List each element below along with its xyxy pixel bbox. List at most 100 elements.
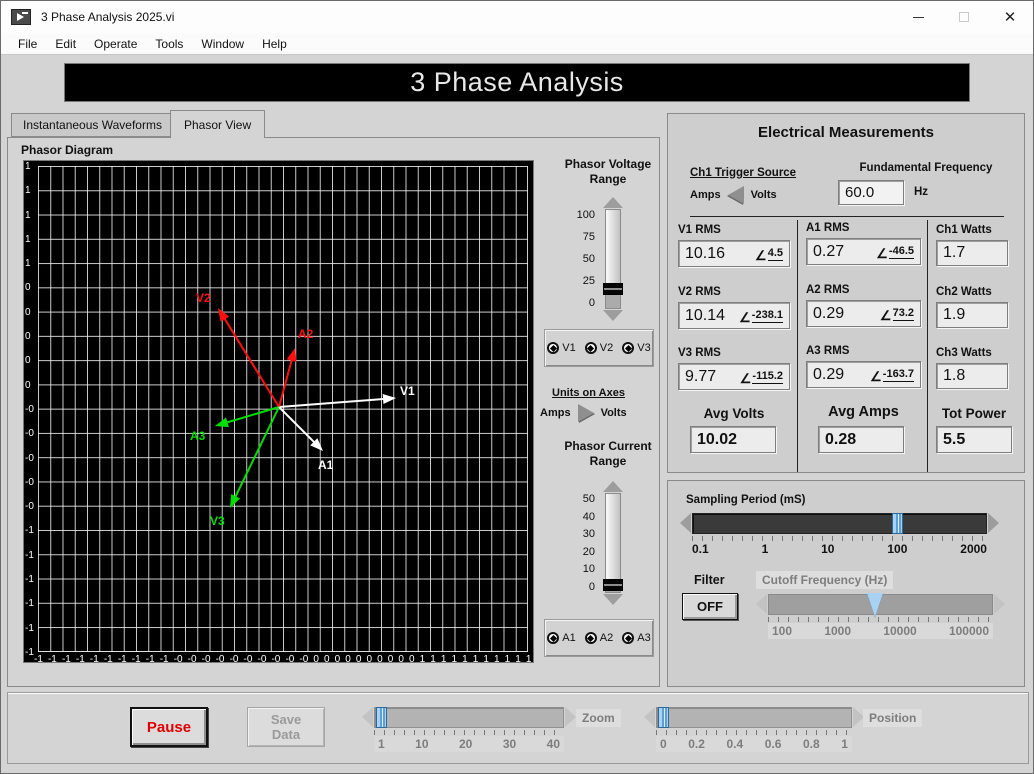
avg-volts-value: 10.02: [697, 431, 737, 449]
zoom-slider[interactable]: 110203040: [374, 707, 564, 752]
voltage-slider-track[interactable]: [605, 209, 621, 309]
cutoff-slider-pointer[interactable]: [867, 593, 883, 617]
switch-arrow-left-icon[interactable]: [728, 186, 744, 204]
y-axis-tick-label: -0: [25, 404, 37, 415]
scale-label: 0: [563, 297, 595, 309]
minimize-button[interactable]: [895, 1, 941, 33]
x-axis-tick-label: 1: [452, 654, 458, 665]
radio-checked-icon[interactable]: [585, 632, 597, 644]
y-axis-tick-label: -1: [25, 550, 37, 561]
radio-checked-icon[interactable]: [547, 342, 559, 354]
phasor-vector-label: V1: [400, 384, 415, 398]
slider-left-arrow-icon[interactable]: [362, 707, 373, 727]
scale-label: 10000: [883, 624, 916, 638]
voltage-slider-handle[interactable]: [603, 283, 623, 295]
slider-decrement-arrow-icon[interactable]: [603, 310, 623, 321]
save-data-button[interactable]: Save Data: [247, 707, 325, 747]
slider-right-arrow-icon[interactable]: [994, 594, 1005, 614]
pause-button[interactable]: Pause: [130, 707, 208, 747]
radio-checked-icon[interactable]: [547, 632, 559, 644]
page-title: 3 Phase Analysis: [410, 67, 624, 98]
position-slider-handle[interactable]: [658, 707, 669, 728]
menu-item[interactable]: Window: [192, 35, 253, 53]
trigger-source-switch[interactable]: Amps Volts: [690, 186, 777, 204]
switch-left-label: Amps: [540, 407, 571, 419]
v1-rms-box: 10.16 ∠4.5: [678, 240, 790, 267]
ch1-watts-label: Ch1 Watts: [936, 224, 992, 236]
menu-item[interactable]: Edit: [46, 35, 85, 53]
position-label: Position: [863, 709, 922, 727]
sampling-period-slider[interactable]: 0.11101002000: [692, 513, 987, 556]
scale-label: 40: [563, 511, 595, 523]
position-slider-track[interactable]: [656, 707, 852, 728]
menu-bar: FileEditOperateToolsWindowHelp: [1, 33, 1033, 55]
slider-left-arrow-icon[interactable]: [680, 513, 691, 533]
zoom-scale: 110203040: [374, 736, 564, 752]
y-axis-tick-label: -0: [25, 501, 37, 512]
y-axis-tick-label: 0: [25, 331, 37, 342]
voltage-range-slider[interactable]: 1007550250: [563, 209, 621, 309]
units-on-axes-switch[interactable]: Amps Volts: [540, 404, 627, 422]
phasor-toggle[interactable]: V2: [585, 342, 613, 354]
slider-left-arrow-icon[interactable]: [756, 594, 767, 614]
close-button[interactable]: ✕: [987, 1, 1033, 33]
angle-icon: ∠: [740, 373, 752, 384]
minimize-icon: [913, 17, 924, 18]
x-axis-tick-label: 0: [335, 654, 341, 665]
current-slider-track[interactable]: [605, 493, 621, 593]
y-axis-tick-label: -0: [25, 428, 37, 439]
radio-checked-icon[interactable]: [585, 342, 597, 354]
phasor-toggle[interactable]: A2: [585, 632, 613, 644]
menu-item[interactable]: Help: [253, 35, 296, 53]
phasor-toggle[interactable]: V3: [622, 342, 650, 354]
zoom-slider-track[interactable]: [374, 707, 564, 728]
zoom-slider-handle[interactable]: [376, 707, 387, 728]
maximize-button[interactable]: [941, 1, 987, 33]
scale-label: 1: [762, 542, 769, 556]
sampling-slider-track[interactable]: [692, 513, 987, 534]
position-slider[interactable]: 00.20.40.60.81: [656, 707, 852, 752]
radio-checked-icon[interactable]: [622, 342, 634, 354]
cutoff-frequency-slider[interactable]: 100100010000100000: [768, 594, 993, 639]
phasor-toggle[interactable]: A1: [547, 632, 575, 644]
y-axis-tick-label: 1: [25, 185, 37, 196]
current-range-slider[interactable]: 50403020100: [563, 493, 621, 593]
tab-phasor-view[interactable]: Phasor View: [170, 110, 265, 138]
slider-ticks: [656, 730, 852, 735]
menu-item[interactable]: Tools: [146, 35, 192, 53]
toggle-label: A1: [562, 632, 575, 644]
toggle-label: A2: [600, 632, 613, 644]
slider-decrement-arrow-icon[interactable]: [603, 594, 623, 605]
slider-left-arrow-icon[interactable]: [644, 707, 655, 727]
tab-instantaneous-waveforms[interactable]: Instantaneous Waveforms: [11, 113, 174, 137]
slider-right-arrow-icon[interactable]: [565, 707, 576, 727]
switch-left-label: Amps: [690, 189, 721, 201]
x-axis-tick-label: 0: [324, 654, 330, 665]
ch2-watts-box: 1.9: [936, 302, 1008, 328]
avg-amps-label: Avg Amps: [806, 404, 921, 420]
cutoff-slider-track[interactable]: [768, 594, 993, 615]
radio-checked-icon[interactable]: [622, 632, 634, 644]
switch-arrow-right-icon[interactable]: [578, 404, 594, 422]
sampling-slider-handle[interactable]: [892, 513, 903, 534]
x-axis-tick-label: -0: [202, 654, 211, 665]
current-slider-handle[interactable]: [603, 579, 623, 591]
menu-item[interactable]: Operate: [85, 35, 146, 53]
x-axis-tick-label: -1: [132, 654, 141, 665]
menu-item[interactable]: File: [9, 35, 46, 53]
x-axis-tick-label: 0: [345, 654, 351, 665]
phasor-toggle[interactable]: V1: [547, 342, 575, 354]
phasor-arrowhead-icon: [287, 348, 297, 362]
tot-power-value: 5.5: [943, 431, 965, 449]
slider-right-arrow-icon[interactable]: [988, 513, 999, 533]
y-axis-tick-label: -0: [25, 477, 37, 488]
angle-icon: ∠: [739, 312, 751, 323]
sampling-period-label: Sampling Period (mS): [686, 494, 806, 506]
scale-label: 10: [415, 737, 428, 751]
slider-increment-arrow-icon[interactable]: [603, 481, 623, 492]
voltage-range-title: Phasor Voltage Range: [560, 157, 656, 187]
phasor-toggle[interactable]: A3: [622, 632, 650, 644]
slider-increment-arrow-icon[interactable]: [603, 197, 623, 208]
filter-off-button[interactable]: OFF: [682, 593, 738, 620]
x-axis-tick-label: 0: [377, 654, 383, 665]
